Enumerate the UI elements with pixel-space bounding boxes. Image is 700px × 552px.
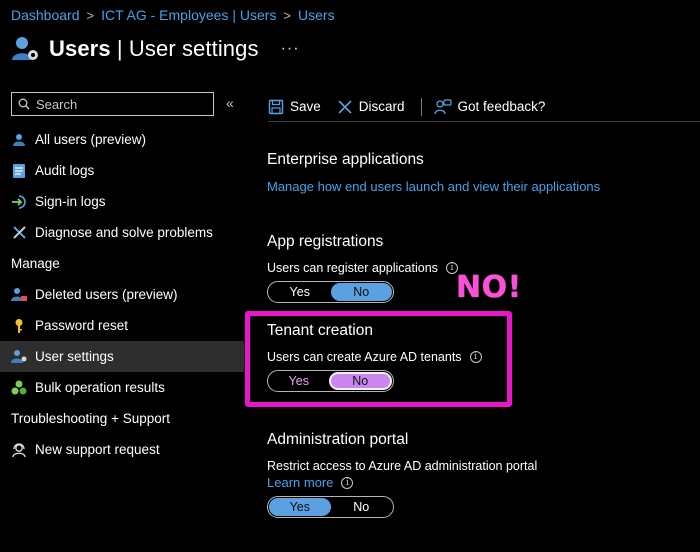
sidebar-section-support: Troubleshooting + Support <box>11 411 170 426</box>
sidebar-item-label: Deleted users (preview) <box>35 287 178 302</box>
section-tenant-creation: Tenant creation Users can create Azure A… <box>267 322 482 392</box>
discard-button[interactable]: Discard <box>337 99 405 115</box>
sidebar-item-label: Bulk operation results <box>35 380 165 395</box>
sidebar-item-label: Diagnose and solve problems <box>35 225 213 240</box>
toggle-no[interactable]: No <box>328 372 392 390</box>
key-icon <box>11 318 27 334</box>
learn-more-row: Learn more i <box>267 475 537 490</box>
sidebar-item-user-settings[interactable]: User settings <box>0 341 244 372</box>
sidebar-item-bulk-operations[interactable]: Bulk operation results <box>0 372 244 403</box>
audit-log-icon <box>11 163 27 179</box>
toggle-yes[interactable]: Yes <box>269 498 331 516</box>
learn-more-link[interactable]: Learn more <box>267 475 333 490</box>
register-apps-label: Users can register applications i <box>267 261 458 275</box>
section-enterprise-applications: Enterprise applications Manage how end u… <box>267 151 600 194</box>
sidebar-item-audit-logs[interactable]: Audit logs <box>0 155 244 186</box>
sidebar-item-label: Sign-in logs <box>35 194 106 209</box>
create-tenants-label: Users can create Azure AD tenants i <box>267 350 482 364</box>
info-icon[interactable]: i <box>469 351 482 363</box>
wrench-icon <box>11 225 27 241</box>
breadcrumb-separator: > <box>86 7 95 23</box>
close-icon <box>338 99 352 114</box>
section-administration-portal: Administration portal Restrict access to… <box>267 431 537 518</box>
command-bar: Save Discard Got feedback? <box>268 92 700 122</box>
sidebar: « All users (preview) Audit logs Sign-in… <box>0 92 244 465</box>
toolbar-divider <box>420 97 422 116</box>
section-heading: Administration portal <box>267 431 409 448</box>
sidebar-item-deleted-users[interactable]: Deleted users (preview) <box>0 279 244 310</box>
info-icon[interactable]: i <box>341 476 354 489</box>
support-person-icon <box>11 442 27 458</box>
deleted-user-icon <box>11 287 27 303</box>
breadcrumb-separator: > <box>283 7 292 23</box>
search-input[interactable] <box>36 96 186 112</box>
page-title: Users | User settings <box>49 36 259 61</box>
toggle-no[interactable]: No <box>331 498 393 516</box>
register-apps-toggle[interactable]: Yes No <box>267 281 394 303</box>
users-settings-icon <box>11 34 41 64</box>
sidebar-item-label: New support request <box>35 442 160 457</box>
collapse-sidebar-icon[interactable]: « <box>226 95 234 111</box>
sidebar-section-manage: Manage <box>11 256 60 271</box>
bulk-operations-icon <box>11 380 27 396</box>
breadcrumb-users[interactable]: Users <box>298 7 335 23</box>
toggle-yes[interactable]: Yes <box>269 283 331 301</box>
user-settings-icon <box>11 349 27 365</box>
page-header: Users | User settings ··· <box>11 34 300 64</box>
sidebar-item-sign-in-logs[interactable]: Sign-in logs <box>0 186 244 217</box>
section-app-registrations: App registrations Users can register app… <box>267 233 458 303</box>
sidebar-item-label: Audit logs <box>35 163 95 178</box>
save-button[interactable]: Save <box>268 99 321 115</box>
restrict-admin-portal-toggle[interactable]: Yes No <box>267 496 394 518</box>
user-icon <box>11 132 27 148</box>
save-icon <box>268 99 284 114</box>
search-icon <box>18 98 30 110</box>
sidebar-item-new-support-request[interactable]: New support request <box>0 434 244 465</box>
feedback-button[interactable]: Got feedback? <box>433 98 545 115</box>
more-options-icon[interactable]: ··· <box>281 40 300 58</box>
sidebar-item-diagnose[interactable]: Diagnose and solve problems <box>0 217 244 248</box>
toggle-yes[interactable]: Yes <box>269 372 329 390</box>
no-callout-annotation: NO! <box>456 270 522 305</box>
section-heading: Tenant creation <box>267 322 373 339</box>
manage-enterprise-apps-link[interactable]: Manage how end users launch and view the… <box>267 179 600 194</box>
toggle-no[interactable]: No <box>330 283 392 301</box>
sidebar-item-label: All users (preview) <box>35 132 147 147</box>
feedback-icon <box>433 98 452 114</box>
breadcrumb-employees[interactable]: ICT AG - Employees | Users <box>101 7 276 23</box>
sidebar-item-label: Password reset <box>35 318 129 333</box>
breadcrumb-dashboard[interactable]: Dashboard <box>11 7 80 23</box>
sidebar-item-all-users[interactable]: All users (preview) <box>0 124 244 155</box>
section-heading: App registrations <box>267 233 384 250</box>
breadcrumb: Dashboard > ICT AG - Employees | Users >… <box>11 7 335 23</box>
sidebar-item-label: User settings <box>35 349 114 364</box>
sign-in-icon <box>11 194 27 210</box>
restrict-admin-portal-label: Restrict access to Azure AD administrati… <box>267 459 538 473</box>
create-tenants-toggle[interactable]: Yes No <box>267 370 394 392</box>
sidebar-item-password-reset[interactable]: Password reset <box>0 310 244 341</box>
section-heading: Enterprise applications <box>267 151 424 168</box>
sidebar-search[interactable] <box>11 92 214 116</box>
